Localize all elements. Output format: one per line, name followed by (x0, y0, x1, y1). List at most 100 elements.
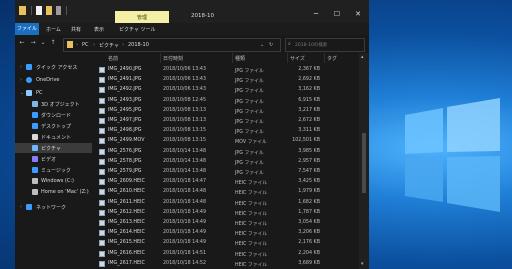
sidebar-item-music[interactable]: ミュージック (15, 165, 92, 175)
expand-chevron-icon[interactable]: › (20, 77, 22, 83)
file-date: 2018/10/18 14:48 (163, 199, 206, 205)
sidebar-item-downloads[interactable]: ダウンロード (15, 110, 92, 120)
tab-picture-tools[interactable]: ピクチャ ツール (119, 26, 156, 33)
table-row[interactable]: IMG_2617.HEIC 2018/10/18 14:52 HEIC ファイル 3,… (96, 259, 359, 269)
image-file-icon (99, 77, 105, 84)
table-row[interactable]: IMG_2498.JPG 2018/10/08 13:15 JPG ファイル 3,31… (96, 126, 359, 136)
back-arrow-icon[interactable]: ← (18, 39, 26, 47)
column-header-date[interactable]: 日付時刻 (163, 55, 183, 62)
table-row[interactable]: IMG_2614.HEIC 2018/10/18 14:49 HEIC ファイル 3,… (96, 228, 359, 238)
vertical-scrollbar[interactable]: ▴ ▾ (359, 53, 369, 269)
table-row[interactable]: IMG_2492.JPG 2018/10/06 13:43 JPG ファイル 3,16… (96, 85, 359, 95)
sidebar-item-quick-access[interactable]: › クイック アクセス (15, 62, 92, 72)
sidebar-item-network[interactable]: › ネットワーク (15, 202, 92, 212)
file-date: 2018/10/18 14:49 (163, 230, 206, 236)
sidebar-item-pc[interactable]: ⌄ PC (15, 88, 92, 98)
breadcrumb-pictures[interactable]: ピクチャ (99, 42, 119, 49)
column-divider[interactable] (287, 53, 288, 63)
file-name: IMG_2578.JPG (108, 158, 142, 164)
sidebar-item-documents[interactable]: ドキュメント (15, 132, 92, 142)
table-row[interactable]: IMG_2576.JPG 2018/10/14 13:48 JPG ファイル 3,98… (96, 147, 359, 157)
column-header-tag[interactable]: タグ (327, 55, 337, 62)
title-bar: 管理 2018-10 ─ ☐ ✕ (15, 0, 369, 23)
file-type: JPG ファイル (235, 89, 264, 95)
table-row[interactable]: IMG_2495.JPG 2018/10/08 13:13 JPG ファイル 3,21… (96, 106, 359, 116)
column-header-type[interactable]: 種類 (235, 55, 245, 62)
sidebar-item-label: ネットワーク (36, 205, 67, 211)
properties-icon[interactable] (36, 6, 42, 15)
column-divider[interactable] (160, 53, 161, 63)
image-file-icon (99, 179, 105, 186)
table-row[interactable]: IMG_2578.JPG 2018/10/14 13:48 JPG ファイル 2,95… (96, 157, 359, 167)
sidebar-item-videos[interactable]: ビデオ (15, 154, 92, 164)
table-row[interactable]: IMG_2610.HEIC 2018/10/18 14:48 HEIC ファイル 1,… (96, 187, 359, 197)
sidebar-item-onedrive[interactable]: › OneDrive (15, 75, 92, 85)
sidebar-item-desktop[interactable]: デスクトップ (15, 121, 92, 131)
table-row[interactable]: IMG_2491.JPG 2018/10/06 13:43 JPG ファイル 2,69… (96, 75, 359, 85)
table-row[interactable]: IMG_2612.HEIC 2018/10/18 14:49 HEIC ファイル 1,… (96, 208, 359, 218)
file-date: 2018/10/18 14:49 (163, 220, 206, 225)
file-size: 102,501 KB (292, 138, 320, 144)
tab-home[interactable]: ホーム (46, 26, 61, 33)
maximize-button[interactable]: ☐ (332, 9, 342, 19)
image-file-icon (99, 158, 105, 165)
column-divider[interactable] (324, 53, 325, 63)
search-box[interactable]: ⌕ 2018-10の検索 (285, 38, 365, 52)
column-header-size[interactable]: サイズ (290, 55, 305, 62)
file-size: 6,915 KB (298, 97, 320, 103)
close-button[interactable]: ✕ (353, 9, 363, 19)
address-dropdown-chevron-icon[interactable]: ⌄ (260, 42, 264, 48)
file-size: 3,689 KB (298, 260, 320, 266)
file-size: 7,547 KB (298, 169, 320, 174)
recent-locations-chevron-icon[interactable]: ⌄ (39, 39, 47, 47)
sidebar-item-home-mac-z[interactable]: Home on 'Mac' (Z:) (15, 187, 92, 197)
table-row[interactable]: IMG_2490.JPG 2018/10/06 13:43 JPG ファイル 2,36… (96, 65, 359, 75)
file-name: IMG_2613.HEIC (108, 220, 145, 225)
column-divider[interactable] (232, 53, 233, 63)
customize-quick-access-icon[interactable] (56, 6, 61, 15)
breadcrumb-pc[interactable]: PC (82, 42, 89, 48)
search-placeholder: 2018-10の検索 (295, 43, 328, 48)
video-icon (32, 156, 38, 162)
star-icon (26, 64, 32, 70)
table-row[interactable]: IMG_2609.HEIC 2018/10/18 14:47 HEIC ファイル 3,… (96, 177, 359, 187)
up-arrow-icon[interactable]: ↑ (49, 39, 57, 47)
collapse-chevron-icon[interactable]: ⌄ (20, 90, 24, 96)
table-row[interactable]: IMG_2616.HEIC 2018/10/18 14:51 HEIC ファイル 2,… (96, 249, 359, 259)
sidebar-item-label: ビデオ (41, 157, 57, 163)
navigation-bar: ← → ⌄ ↑ › PC › ピクチャ › 2018-10 ⌄ ↻ ⌕ 2018… (15, 35, 369, 53)
tab-file[interactable]: ファイル (15, 23, 39, 35)
forward-arrow-icon[interactable]: → (29, 39, 37, 47)
address-bar[interactable]: › PC › ピクチャ › 2018-10 ⌄ ↻ (63, 38, 281, 52)
sidebar-item-3d-objects[interactable]: 3D オブジェクト (15, 99, 92, 109)
expand-chevron-icon[interactable]: › (20, 64, 22, 70)
tab-share[interactable]: 共有 (71, 26, 81, 33)
minimize-button[interactable]: ─ (311, 9, 321, 19)
expand-chevron-icon[interactable]: › (20, 204, 22, 210)
column-header-name[interactable]: 名前 (108, 55, 118, 62)
table-row[interactable]: IMG_2493.JPG 2018/10/08 12:45 JPG ファイル 6,91… (96, 96, 359, 106)
tab-view[interactable]: 表示 (94, 26, 104, 33)
file-explorer-window: 管理 2018-10 ─ ☐ ✕ ファイル ホーム 共有 表示 ピクチャ ツール… (15, 0, 369, 269)
file-type: JPG ファイル (235, 109, 264, 115)
table-row[interactable]: IMG_2613.HEIC 2018/10/18 14:49 HEIC ファイル 3,… (96, 218, 359, 228)
table-row[interactable]: IMG_2497.JPG 2018/10/08 13:13 JPG ファイル 2,67… (96, 116, 359, 126)
sidebar-item-windows-c[interactable]: Windows (C:) (15, 176, 92, 186)
refresh-icon[interactable]: ↻ (269, 42, 273, 48)
breadcrumb-separator: › (93, 42, 95, 48)
scroll-down-arrow-icon[interactable]: ▾ (361, 261, 364, 267)
cube-icon (32, 101, 38, 107)
scrollbar-thumb[interactable] (362, 133, 366, 193)
file-type: JPG ファイル (235, 99, 264, 105)
image-file-icon (99, 67, 105, 73)
table-row[interactable]: IMG_2611.HEIC 2018/10/18 14:48 HEIC ファイル 1,… (96, 198, 359, 208)
sidebar-item-pictures[interactable]: ピクチャ (15, 143, 92, 153)
breadcrumb-2018-10[interactable]: 2018-10 (128, 42, 149, 48)
new-folder-icon[interactable] (46, 6, 52, 15)
file-name: IMG_2491.JPG (108, 77, 142, 83)
scroll-up-arrow-icon[interactable]: ▴ (361, 54, 364, 60)
table-row[interactable]: IMG_2615.HEIC 2018/10/18 14:49 HEIC ファイル 2,… (96, 238, 359, 248)
image-file-icon (99, 128, 105, 135)
table-row[interactable]: IMG_2499.MOV 2018/10/08 13:15 MOV ファイル 102,… (96, 136, 359, 146)
table-row[interactable]: IMG_2579.JPG 2018/10/14 13:48 JPG ファイル 7,54… (96, 167, 359, 177)
